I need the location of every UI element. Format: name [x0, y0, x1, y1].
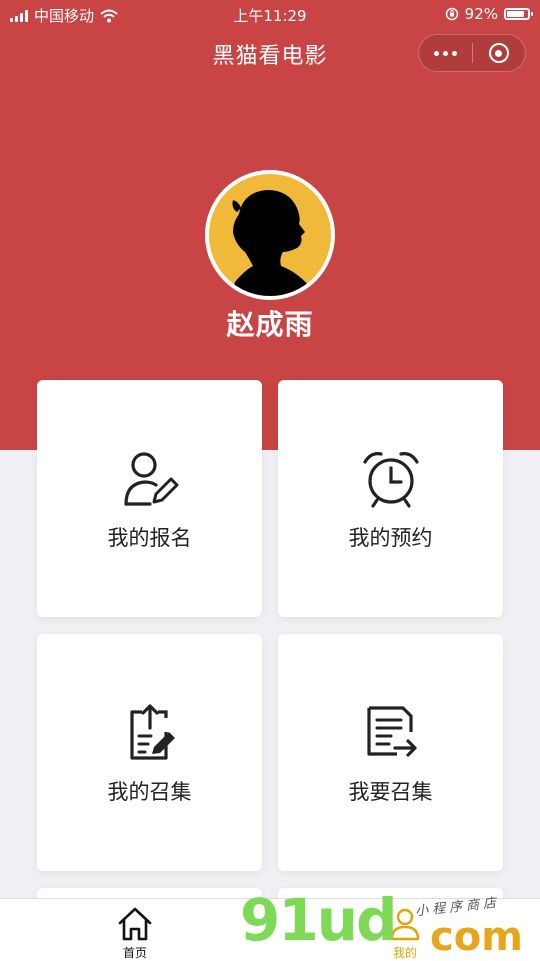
clipboard-upload-icon	[129, 704, 175, 760]
status-bar: 中国移动 上午11:29 92%	[0, 0, 540, 28]
menu-card-start-gathering[interactable]: 我要召集	[278, 634, 503, 871]
document-send-icon	[366, 706, 417, 757]
home-icon	[118, 907, 152, 941]
silhouette-icon	[231, 190, 309, 296]
menu-card-my-registration[interactable]: 我的报名	[37, 380, 262, 617]
close-miniprogram-button[interactable]	[473, 35, 526, 71]
menu-card-label: 我的召集	[107, 780, 192, 804]
tab-label: 我的	[392, 946, 417, 960]
user-edit-icon	[123, 452, 178, 506]
mini-program-capsule	[418, 34, 526, 72]
battery-percent: 92%	[464, 5, 498, 23]
menu-card-my-reservation[interactable]: 我的预约	[278, 380, 503, 617]
target-icon	[488, 43, 509, 63]
orientation-lock-icon	[445, 7, 458, 21]
alarm-clock-icon	[362, 452, 419, 508]
menu-card-label: 我的报名	[107, 526, 192, 550]
tab-label: 首页	[122, 946, 147, 960]
tab-home[interactable]: 首页	[75, 899, 195, 961]
user-icon	[390, 908, 420, 941]
menu-card-label: 我要召集	[348, 780, 433, 804]
user-name: 赵成雨	[226, 308, 314, 341]
tab-mine[interactable]: 我的	[345, 899, 465, 961]
tab-bar: 首页 我的	[0, 898, 540, 961]
menu-card-my-gathering[interactable]: 我的召集	[37, 634, 262, 871]
more-button[interactable]	[419, 35, 472, 71]
menu-card-label: 我的预约	[348, 526, 433, 550]
more-dots-icon	[433, 50, 457, 56]
battery-icon	[504, 8, 533, 20]
avatar[interactable]	[205, 170, 335, 300]
